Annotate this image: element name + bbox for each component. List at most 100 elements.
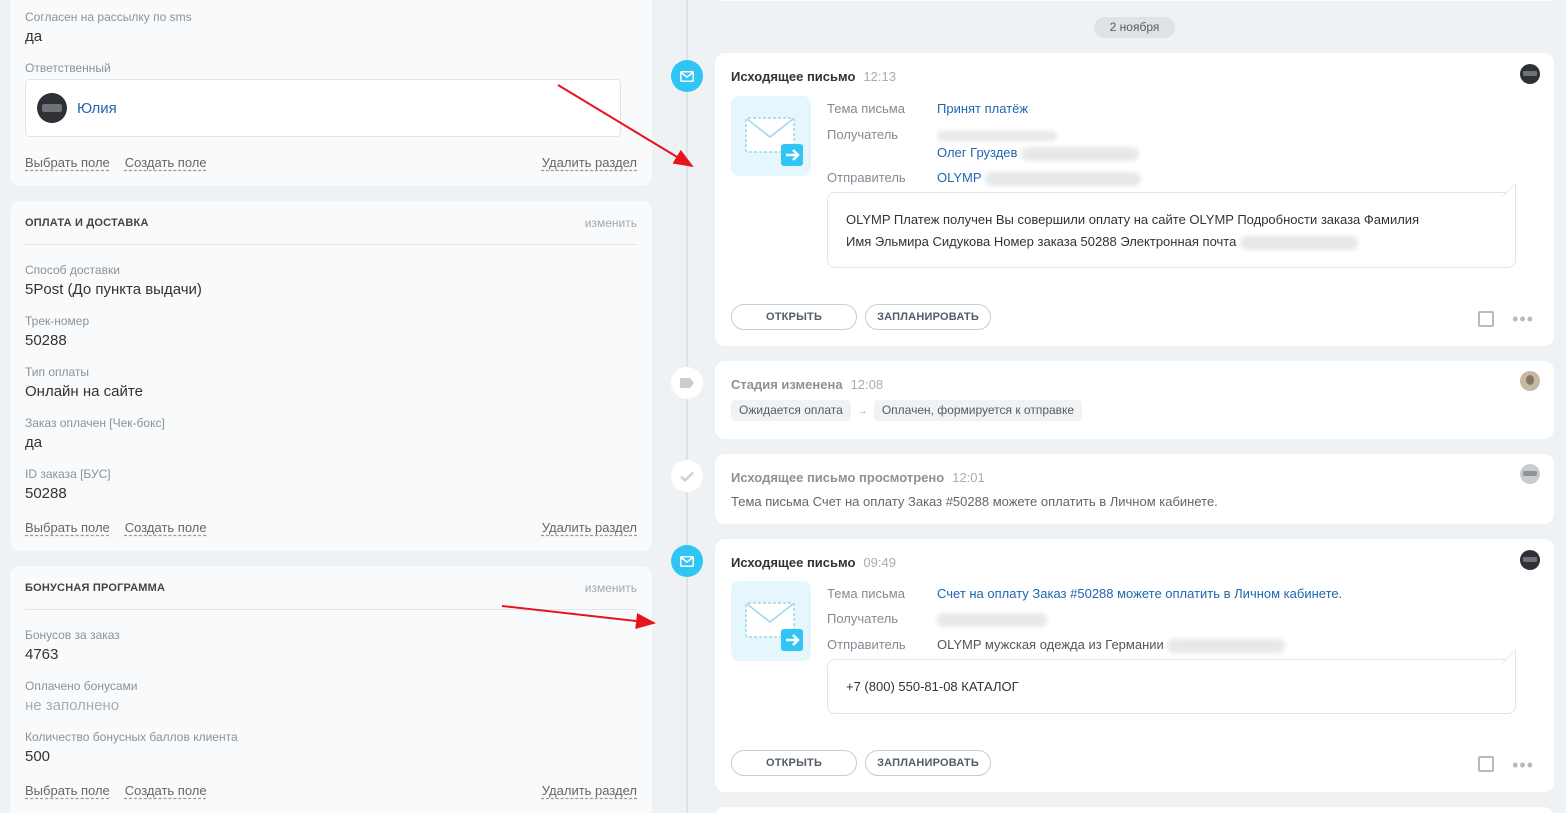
field-value: да xyxy=(25,28,43,45)
section-title: ОПЛАТА И ДОСТАВКА xyxy=(25,216,149,229)
responsible-user-name[interactable]: Юлия xyxy=(77,100,117,117)
tag-icon xyxy=(671,367,703,399)
card-title-text: Стадия изменена xyxy=(731,377,843,392)
email-body-line-2: Имя Эльмира Сидукова Номер заказа 50288 … xyxy=(846,231,1497,253)
select-field-link[interactable]: Выбрать поле xyxy=(25,783,110,798)
field-value: 50288 xyxy=(25,332,67,349)
open-button[interactable]: ОТКРЫТЬ xyxy=(731,750,857,776)
avatar[interactable] xyxy=(1520,64,1540,84)
stage-from-chip: Ожидается оплата xyxy=(731,400,851,421)
timeline-stage-card: Стадия изменена 12:08 Ожидается оплата → Оп… xyxy=(715,361,1554,439)
section-header: БОНУСНАЯ ПРОГРАММА изменить xyxy=(25,566,637,610)
delete-section-link[interactable]: Удалить раздел xyxy=(542,155,637,170)
card-title: Исходящее письмо 12:13 xyxy=(731,69,896,84)
delete-section-link[interactable]: Удалить раздел xyxy=(542,783,637,798)
envelope-outgoing-icon xyxy=(731,96,811,176)
section-actions: Выбрать поле Создать поле Удалить раздел xyxy=(25,520,637,535)
checkmark-icon xyxy=(671,460,703,492)
responsible-user-box[interactable]: Юлия xyxy=(25,79,621,137)
envelope-outgoing-icon xyxy=(731,581,811,661)
timeline-card-next xyxy=(715,807,1554,813)
row-label: Отправитель xyxy=(827,637,906,652)
section-header: ОПЛАТА И ДОСТАВКА изменить xyxy=(25,201,637,245)
email-body-text: Имя Эльмира Сидукова Номер заказа 50288 … xyxy=(846,234,1237,249)
timeline-card-previous xyxy=(715,0,1554,1)
edit-section-link[interactable]: изменить xyxy=(585,216,637,230)
more-icon[interactable]: ••• xyxy=(1512,756,1534,774)
row-label: Тема письма xyxy=(827,586,905,601)
recipient-blurred xyxy=(937,611,1047,627)
sender-row: OLYMP мужская одежда из Германии xyxy=(937,637,1286,653)
card-time: 12:13 xyxy=(863,69,896,84)
timeline-line xyxy=(686,0,688,813)
field-label: Оплачено бонусами xyxy=(25,679,138,693)
row-label: Отправитель xyxy=(827,170,906,185)
schedule-button[interactable]: ЗАПЛАНИРОВАТЬ xyxy=(865,304,991,330)
schedule-button[interactable]: ЗАПЛАНИРОВАТЬ xyxy=(865,750,991,776)
create-field-link[interactable]: Создать поле xyxy=(125,155,207,170)
avatar[interactable] xyxy=(1520,371,1540,391)
delete-section-link[interactable]: Удалить раздел xyxy=(542,520,637,535)
field-label: Трек-номер xyxy=(25,314,90,328)
recipient-name-link[interactable]: Олег Груздев xyxy=(937,145,1017,160)
stage-to-chip: Оплачен, формируется к отправке xyxy=(873,400,1083,421)
card-title-text: Исходящее письмо просмотрено xyxy=(731,470,945,485)
avatar[interactable] xyxy=(1520,550,1540,570)
field-label: Количество бонусных баллов клиента xyxy=(25,730,238,744)
bonus-program-panel: БОНУСНАЯ ПРОГРАММА изменить Бонусов за з… xyxy=(10,566,652,813)
recipient-blurred xyxy=(937,127,1057,142)
avatar xyxy=(37,93,67,123)
select-field-link[interactable]: Выбрать поле xyxy=(25,155,110,170)
avatar[interactable] xyxy=(1520,464,1540,484)
open-button[interactable]: ОТКРЫТЬ xyxy=(731,304,857,330)
create-field-link[interactable]: Создать поле xyxy=(125,783,207,798)
card-time: 12:08 xyxy=(850,377,884,392)
card-time: 12:01 xyxy=(952,470,985,485)
card-title-text: Исходящее письмо xyxy=(731,555,856,570)
card-title: Стадия изменена 12:08 xyxy=(731,377,883,392)
card-time: 09:49 xyxy=(863,555,896,570)
field-value: Онлайн на сайте xyxy=(25,383,143,400)
payment-delivery-panel: ОПЛАТА И ДОСТАВКА изменить Способ достав… xyxy=(10,201,652,551)
field-label: Бонусов за заказ xyxy=(25,628,120,642)
card-title-text: Исходящее письмо xyxy=(731,69,856,84)
section-actions: Выбрать поле Создать поле Удалить раздел xyxy=(25,783,637,798)
email-subject-link[interactable]: Счет на оплату Заказ #50288 можете оплат… xyxy=(937,586,1342,601)
email-subject-link[interactable]: Принят платёж xyxy=(937,101,1028,116)
sender-name: OLYMP мужская одежда из Германии xyxy=(937,637,1164,652)
note-icon[interactable] xyxy=(1478,756,1494,772)
edit-section-link[interactable]: изменить xyxy=(585,581,637,595)
field-label: Согласен на рассылку по sms xyxy=(25,10,192,24)
select-field-link[interactable]: Выбрать поле xyxy=(25,520,110,535)
contact-section-panel: Согласен на рассылку по sms да Ответстве… xyxy=(10,0,652,186)
field-label: Ответственный xyxy=(25,61,111,75)
email-body-preview[interactable]: OLYMP Платеж получен Вы совершили оплату… xyxy=(827,192,1516,268)
viewed-email-subject: Тема письма Счет на оплату Заказ #50288 … xyxy=(731,494,1218,509)
stage-transition: Ожидается оплата → Оплачен, формируется к … xyxy=(731,400,1083,421)
email-icon xyxy=(671,60,703,92)
field-label: Заказ оплачен [Чек-бокс] xyxy=(25,416,165,430)
field-value: 50288 xyxy=(25,485,67,502)
row-label: Получатель xyxy=(827,127,899,142)
field-label: Тип оплаты xyxy=(25,365,90,379)
sender-link[interactable]: OLYMP xyxy=(937,170,981,185)
more-icon[interactable]: ••• xyxy=(1512,310,1534,328)
field-value: да xyxy=(25,434,43,451)
row-label: Тема письма xyxy=(827,101,905,116)
create-field-link[interactable]: Создать поле xyxy=(125,520,207,535)
card-title: Исходящее письмо 09:49 xyxy=(731,555,896,570)
field-value: 4763 xyxy=(25,646,59,663)
timeline-viewed-card: Исходящее письмо просмотрено 12:01 Тема п… xyxy=(715,454,1554,524)
sender-row: OLYMP xyxy=(937,170,1141,186)
email-icon xyxy=(671,545,703,577)
email-body-preview[interactable]: +7 (800) 550-81-08 КАТАЛОГ xyxy=(827,659,1516,714)
email-body-line: OLYMP Платеж получен Вы совершили оплату… xyxy=(846,212,1420,227)
note-icon[interactable] xyxy=(1478,311,1494,327)
timeline-date-divider: 2 ноября xyxy=(1094,17,1175,38)
row-label: Получатель xyxy=(827,611,899,626)
field-label: Способ доставки xyxy=(25,263,120,277)
section-actions: Выбрать поле Создать поле Удалить раздел xyxy=(25,155,637,170)
email-body-line: +7 (800) 550-81-08 КАТАЛОГ xyxy=(846,679,1019,694)
timeline-email-card: Исходящее письмо 12:13 Тема письма Принят… xyxy=(715,53,1554,346)
field-value: 5Post (До пункта выдачи) xyxy=(25,281,202,298)
